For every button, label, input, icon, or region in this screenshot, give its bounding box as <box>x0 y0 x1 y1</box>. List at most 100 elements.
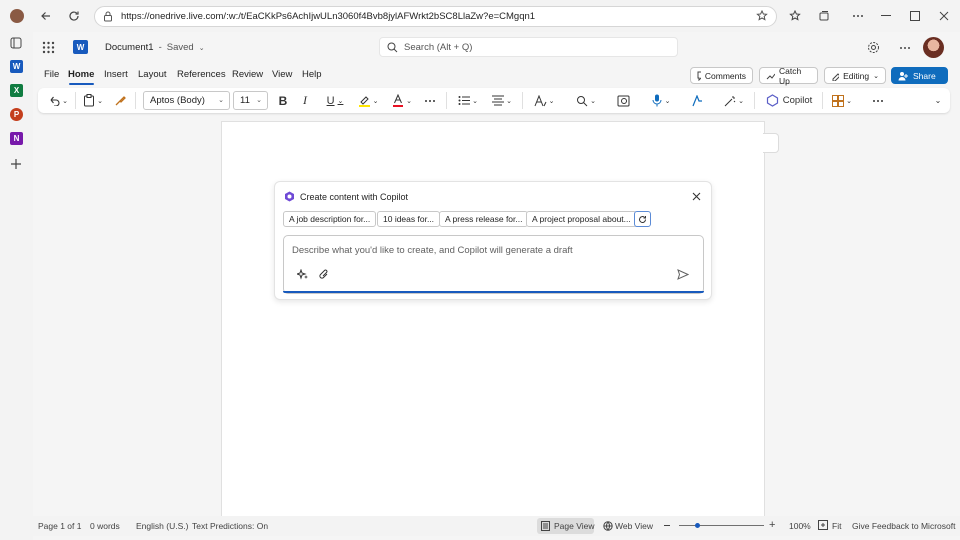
suggestion-chip[interactable]: A project proposal about... <box>526 211 637 227</box>
web-view-button[interactable]: Web View <box>615 521 653 531</box>
tab-layout[interactable]: Layout <box>138 69 167 80</box>
suggestion-chip[interactable]: A press release for... <box>439 211 529 227</box>
suggestion-chip[interactable]: 10 ideas for... <box>377 211 441 227</box>
paperclip-icon[interactable] <box>319 269 329 280</box>
align-button[interactable]: ⌄ <box>489 92 515 109</box>
favorites-icon[interactable] <box>785 6 805 26</box>
share-button[interactable]: Share <box>891 67 948 84</box>
zoom-slider-track[interactable] <box>679 525 764 526</box>
fit-button[interactable]: Fit <box>832 521 841 531</box>
lock-icon[interactable] <box>103 11 113 22</box>
tab-file[interactable]: File <box>44 69 59 80</box>
format-painter-button[interactable] <box>111 92 129 109</box>
search-box[interactable]: Search (Alt + Q) <box>379 37 678 57</box>
zoom-in-icon[interactable]: + <box>769 519 775 531</box>
font-family-dropdown[interactable]: Aptos (Body) ⌄ <box>143 91 230 110</box>
bullet-list-icon <box>458 96 471 105</box>
feedback-link[interactable]: Give Feedback to Microsoft <box>852 521 955 531</box>
powerpoint-app-icon[interactable]: P <box>10 108 23 121</box>
profile-avatar[interactable] <box>10 9 24 23</box>
doc-title-text[interactable]: Document1 <box>105 42 154 53</box>
maximize-icon[interactable] <box>905 6 925 26</box>
dictate-button[interactable]: ⌄ <box>648 92 674 109</box>
address-bar[interactable]: https://onedrive.live.com/:w:/t/EaCKkPs6… <box>94 6 777 27</box>
back-icon[interactable] <box>36 6 56 26</box>
bullets-button[interactable]: ⌄ <box>455 92 481 109</box>
font-size-dropdown[interactable]: 11 ⌄ <box>233 91 268 110</box>
tab-view[interactable]: View <box>272 69 292 80</box>
collections-icon[interactable] <box>814 6 834 26</box>
word-count[interactable]: 0 words <box>90 521 120 531</box>
tab-references[interactable]: References <box>177 69 226 80</box>
more-icon[interactable] <box>899 46 911 50</box>
suggestion-chip[interactable]: A job description for... <box>283 211 377 227</box>
minimize-icon[interactable] <box>876 6 896 26</box>
tab-review[interactable]: Review <box>232 69 263 80</box>
copilot-button[interactable]: Copilot <box>762 92 816 109</box>
share-people-icon <box>898 71 908 80</box>
refresh-suggestions-button[interactable] <box>634 211 651 227</box>
onenote-app-icon[interactable]: N <box>10 132 23 145</box>
designer-icon <box>691 94 702 106</box>
add-icon[interactable] <box>10 158 22 170</box>
language-indicator[interactable]: English (U.S.) <box>136 521 188 531</box>
settings-icon[interactable] <box>867 41 880 54</box>
document-title[interactable]: Document1 - Saved ⌄ <box>105 42 205 53</box>
tracking-icon[interactable] <box>756 10 768 22</box>
paintbrush-icon <box>115 95 126 105</box>
separator <box>822 92 823 109</box>
comments-label: Comments <box>704 70 746 81</box>
highlighter-icon <box>358 96 370 107</box>
more-commands-icon[interactable] <box>869 92 887 109</box>
share-label: Share <box>913 70 936 81</box>
tab-actions-icon[interactable] <box>10 37 22 49</box>
close-window-icon[interactable] <box>934 6 954 26</box>
url-text[interactable]: https://onedrive.live.com/:w:/t/EaCKkPs6… <box>121 11 535 22</box>
editor-button[interactable] <box>614 92 632 109</box>
chevron-down-icon[interactable]: ⌄ <box>199 44 205 52</box>
word-logo-icon: W <box>73 40 88 54</box>
app-launcher-icon[interactable] <box>42 41 55 54</box>
save-status: Saved <box>166 42 194 53</box>
add-ins-button[interactable]: ⌄ <box>721 92 747 109</box>
tab-home[interactable]: Home <box>68 69 94 80</box>
font-name-value: Aptos (Body) <box>150 95 205 106</box>
layout-options-button[interactable]: ⌄ <box>829 92 855 109</box>
tab-help[interactable]: Help <box>302 69 322 80</box>
more-font-options-icon[interactable] <box>421 92 439 109</box>
excel-app-icon[interactable]: X <box>10 84 23 97</box>
zoom-out-icon[interactable] <box>664 525 670 526</box>
sparkle-prompts-icon[interactable] <box>297 269 308 280</box>
zoom-level[interactable]: 100% <box>789 521 811 531</box>
word-app-icon[interactable]: W <box>10 60 23 73</box>
separator <box>522 92 523 109</box>
bold-button[interactable]: B <box>276 92 290 109</box>
tab-insert[interactable]: Insert <box>104 69 128 80</box>
zoom-slider-thumb[interactable] <box>694 523 700 528</box>
user-avatar[interactable] <box>923 37 944 58</box>
styles-button[interactable]: ⌄ <box>531 92 557 109</box>
find-button[interactable]: ⌄ <box>573 92 599 109</box>
paste-button[interactable]: ⌄ <box>79 92 107 109</box>
copilot-prompt-input[interactable] <box>283 235 704 294</box>
refresh-icon[interactable] <box>64 6 84 26</box>
italic-button[interactable]: I <box>298 92 312 109</box>
catch-up-button[interactable]: Catch Up <box>759 66 818 86</box>
designer-button[interactable] <box>688 92 706 109</box>
clipboard-icon <box>84 94 95 107</box>
text-predictions-status[interactable]: Text Predictions: On <box>192 521 268 531</box>
undo-button[interactable]: ⌄ <box>45 92 71 109</box>
styles-icon <box>534 94 547 106</box>
collapse-ribbon-icon[interactable]: ⌄ <box>931 92 945 109</box>
more-options-icon[interactable] <box>848 6 868 26</box>
page-side-tab[interactable] <box>763 133 779 153</box>
editing-mode-button[interactable]: Editing ⌄ <box>824 67 886 84</box>
page-count[interactable]: Page 1 of 1 <box>38 521 81 531</box>
underline-button[interactable]: U ⌄ <box>323 92 347 109</box>
close-icon[interactable] <box>692 192 701 201</box>
font-color-button[interactable]: ⌄ <box>389 92 415 109</box>
chevron-down-icon: ⌄ <box>218 97 224 104</box>
send-icon[interactable] <box>677 269 689 280</box>
comments-button[interactable]: Comments <box>690 67 753 84</box>
highlight-button[interactable]: ⌄ <box>355 92 381 109</box>
